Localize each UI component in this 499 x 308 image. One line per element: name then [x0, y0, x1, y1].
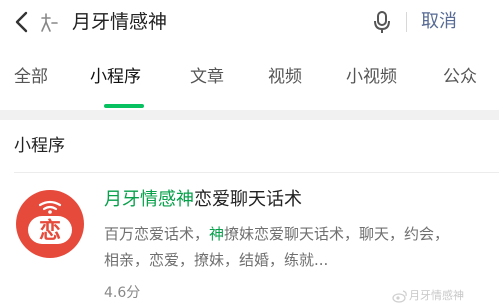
weibo-icon: [392, 288, 408, 303]
section-title: 小程序: [14, 136, 65, 156]
cancel-button[interactable]: 取消: [421, 9, 457, 35]
chevron-left-icon: [15, 11, 28, 33]
watermark-text: 月牙情感神: [409, 289, 464, 302]
search-results-page: 月牙情感神 取消 全部 小程序 文章 视频 小视频 公众 小程序 恋 月牙情感神…: [0, 0, 499, 308]
section-gap: [0, 110, 499, 120]
app-name-highlight: 月牙情感神: [104, 189, 194, 210]
desc-highlight: 神: [209, 225, 225, 243]
search-input[interactable]: 月牙情感神: [72, 9, 167, 35]
desc-before: 百万恋爱话术，: [104, 225, 210, 243]
tab-official-accounts[interactable]: 公众: [443, 64, 477, 90]
search-divider: [406, 12, 407, 32]
tab-videos[interactable]: 视频: [268, 64, 302, 90]
tab-bar: 全部 小程序 文章 视频 小视频 公众: [0, 44, 499, 110]
tab-mini-programs[interactable]: 小程序: [90, 64, 141, 90]
microphone-icon[interactable]: [373, 9, 391, 35]
search-bar: 月牙情感神 取消: [0, 0, 499, 44]
active-tab-indicator: [104, 104, 144, 108]
app-name: 月牙情感神恋爱聊天话术: [104, 187, 302, 213]
app-logo: 恋: [16, 190, 84, 258]
tab-articles[interactable]: 文章: [190, 64, 224, 90]
sparkle-icon: [38, 12, 60, 34]
app-name-rest: 恋爱聊天话术: [194, 189, 302, 210]
back-button[interactable]: [12, 9, 34, 35]
tab-all[interactable]: 全部: [14, 64, 48, 90]
logo-glyph: 恋: [39, 218, 61, 244]
app-description: 百万恋爱话术，神撩妹恋爱聊天话术，聊天，约会，相亲，恋爱，撩妹，结婚，练就...: [104, 221, 464, 273]
app-rating: 4.6分: [104, 285, 141, 301]
tab-short-videos[interactable]: 小视频: [346, 64, 397, 90]
